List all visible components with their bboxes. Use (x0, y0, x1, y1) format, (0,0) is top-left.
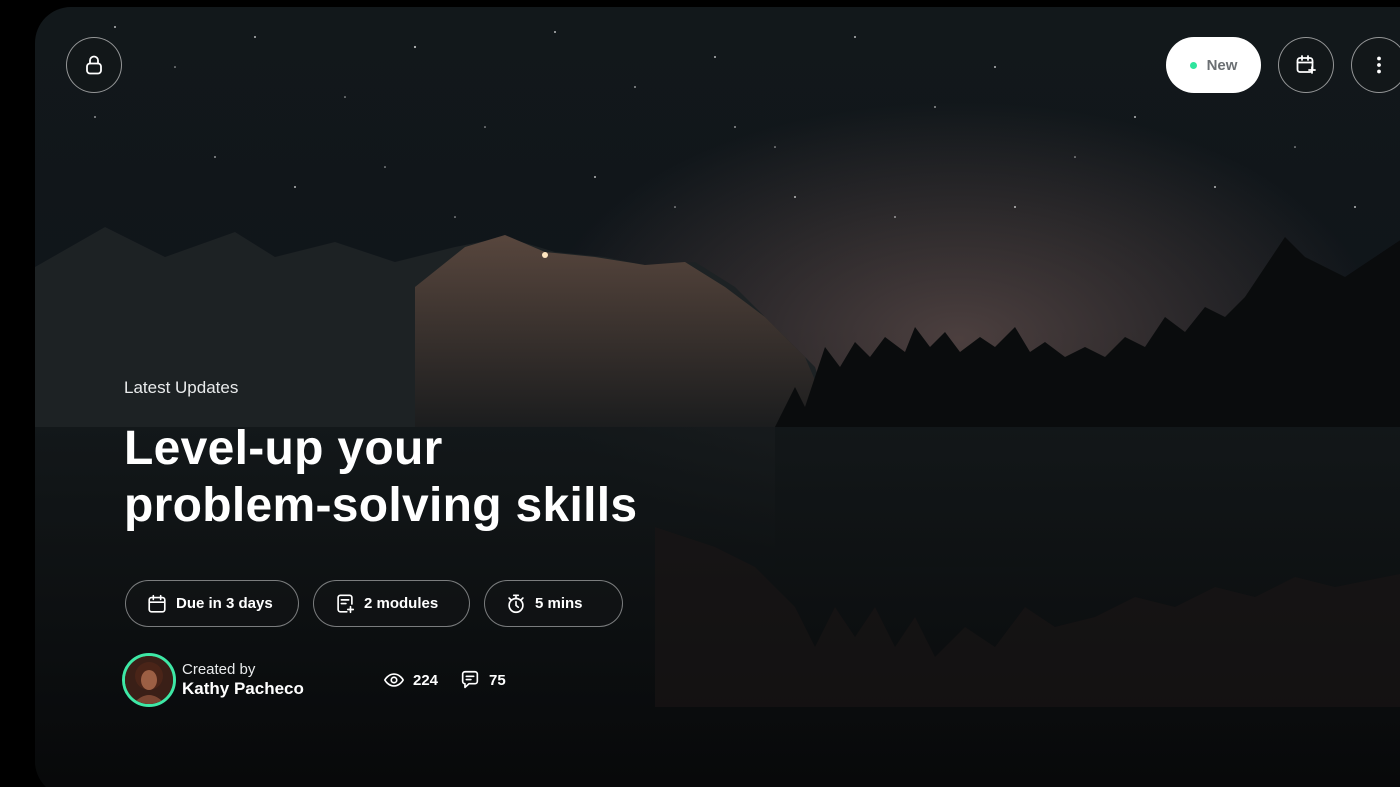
duration-label: 5 mins (535, 595, 583, 612)
page-title: Level-up your problem-solving skills (124, 420, 824, 534)
new-label: New (1206, 56, 1238, 74)
calendar-icon (148, 594, 166, 613)
comment-icon (461, 670, 479, 689)
creator-label: Created by (182, 661, 256, 678)
title-line-1: Level-up your (124, 422, 443, 475)
avatar[interactable] (122, 653, 176, 707)
views-count: 224 (413, 671, 439, 689)
section-eyebrow: Latest Updates (124, 378, 239, 397)
views-stat: 224 (383, 669, 438, 691)
more-options-button[interactable] (1351, 37, 1400, 93)
creator-photo (125, 656, 173, 704)
add-to-calendar-button[interactable] (1278, 37, 1334, 93)
modules-label: 2 modules (364, 595, 439, 612)
due-date-label: Due in 3 days (176, 595, 273, 612)
lock-icon (86, 55, 102, 75)
eye-icon (384, 673, 404, 687)
comments-count: 75 (489, 671, 506, 689)
title-line-2: problem-solving skills (124, 479, 638, 532)
modules-chip[interactable]: 2 modules (313, 580, 470, 627)
more-vertical-icon (1377, 56, 1381, 74)
calendar-plus-icon (1296, 55, 1316, 74)
new-button[interactable]: New (1166, 37, 1261, 93)
duration-chip[interactable]: 5 mins (484, 580, 623, 627)
status-dot (1189, 61, 1197, 69)
hero-card: New Latest Updates Level-up your problem… (35, 7, 1400, 787)
lock-button[interactable] (66, 37, 122, 93)
due-date-chip[interactable]: Due in 3 days (125, 580, 299, 627)
comments-stat[interactable]: 75 (459, 669, 506, 691)
stopwatch-icon (508, 593, 524, 613)
creator-name[interactable]: Kathy Pacheco (182, 679, 304, 699)
document-add-icon (337, 593, 355, 613)
